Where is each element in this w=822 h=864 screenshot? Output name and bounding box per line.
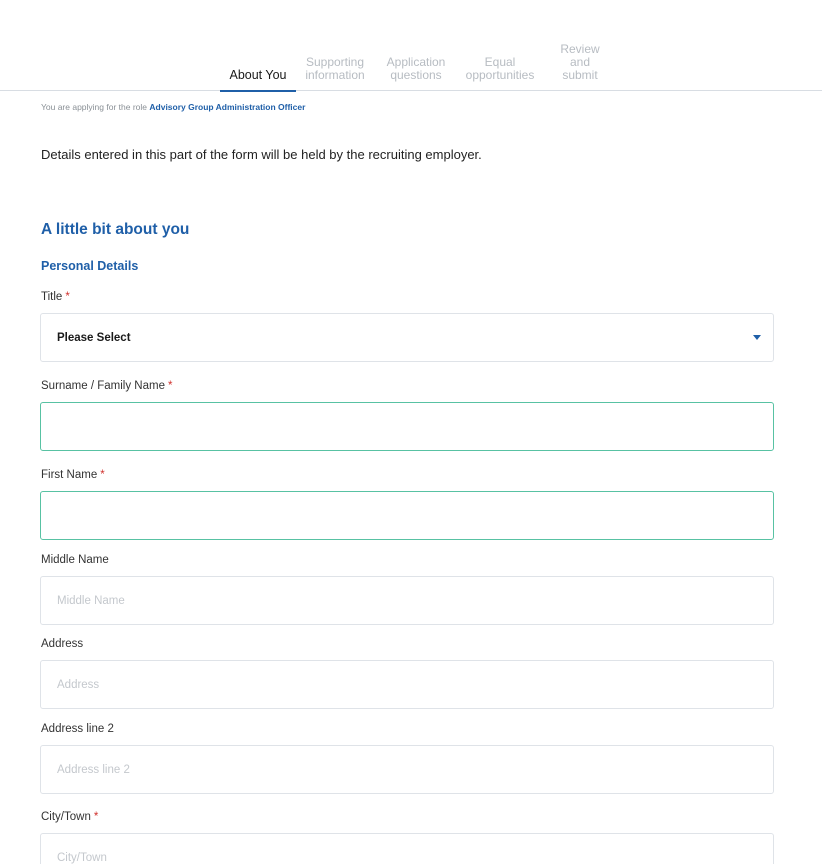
surname-input[interactable]	[40, 402, 774, 451]
required-marker: *	[93, 811, 99, 823]
address-line2-placeholder: Address line 2	[57, 763, 130, 776]
intro-text: Details entered in this part of the form…	[41, 147, 482, 162]
first-name-input[interactable]	[40, 491, 774, 540]
tab-label: About You	[229, 68, 287, 82]
city-placeholder: City/Town	[57, 851, 107, 864]
role-notice: You are applying for the role Advisory G…	[41, 102, 305, 112]
title-label: Title *	[41, 291, 70, 303]
address-placeholder: Address	[57, 678, 100, 691]
address-label: Address	[41, 638, 84, 650]
tab-label: submit	[562, 68, 598, 82]
address-line2-label: Address line 2	[41, 723, 114, 735]
tab-about-you[interactable]: About You	[220, 0, 296, 92]
surname-label: Surname / Family Name *	[41, 380, 173, 392]
role-prefix: You are applying for the role	[41, 102, 148, 112]
title-select[interactable]: Please Select	[40, 313, 774, 362]
tab-label: opportunities	[465, 68, 535, 82]
required-marker: *	[167, 380, 173, 392]
middle-name-input[interactable]: Middle Name	[40, 576, 774, 625]
tab-review-and-submit[interactable]: Review and submit	[555, 0, 605, 91]
middle-name-placeholder: Middle Name	[57, 594, 125, 607]
tab-supporting-information[interactable]: Supporting information	[298, 0, 372, 91]
tab-application-questions[interactable]: Application questions	[378, 0, 454, 91]
section-title: A little bit about you	[41, 221, 190, 238]
address-line2-input[interactable]: Address line 2	[40, 745, 774, 794]
tab-label: questions	[390, 68, 442, 82]
middle-name-label: Middle Name	[41, 554, 109, 566]
role-name: Advisory Group Administration Officer	[149, 102, 306, 112]
title-select-value: Please Select	[57, 331, 131, 344]
city-label: City/Town *	[41, 811, 99, 823]
city-input[interactable]: City/Town	[40, 833, 774, 864]
address-input[interactable]: Address	[40, 660, 774, 709]
progress-tabs: About You Supporting information Applica…	[0, 0, 822, 92]
required-marker: *	[65, 291, 70, 303]
first-name-label: First Name *	[41, 469, 105, 481]
tab-label: information	[305, 68, 365, 82]
tab-equal-opportunities[interactable]: Equal opportunities	[458, 0, 542, 91]
caret-down-icon	[753, 335, 761, 340]
subsection-title: Personal Details	[41, 259, 139, 273]
required-marker: *	[100, 469, 105, 481]
